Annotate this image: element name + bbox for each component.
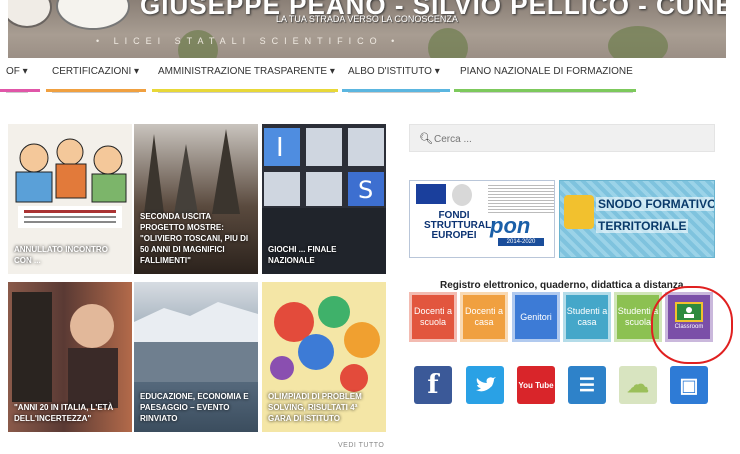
- news-title: OLIMPIADI DI PROBLEM SOLVING, RISULTATI …: [268, 392, 362, 423]
- nav-accent-line: [152, 89, 338, 92]
- youtube-icon[interactable]: You Tube: [517, 366, 555, 404]
- eu-flag-icon: [416, 184, 446, 204]
- school-logo[interactable]: [8, 0, 52, 28]
- news-tile[interactable]: EDUCAZIONE, ECONOMIA E PAESAGGIO – EVENT…: [134, 282, 258, 432]
- search-input[interactable]: [432, 130, 706, 148]
- italian-emblem-icon: [452, 184, 472, 206]
- svg-text:I: I: [276, 133, 284, 163]
- tree-decoration: [428, 28, 468, 58]
- nav-accent-line: [342, 89, 450, 92]
- pon-years: 2014-2020: [498, 238, 544, 246]
- pon-banner[interactable]: FONDI STRUTTURALI EUROPEI pon 2014-2020: [409, 180, 555, 258]
- twitter-icon[interactable]: [466, 366, 504, 404]
- chevron-down-icon: ▾: [22, 66, 28, 77]
- nav-item-label: OF: [6, 66, 20, 77]
- landscape-image: [134, 302, 258, 382]
- news-tile[interactable]: SECONDA USCITA PROGETTO MOSTRE: "OLIVIER…: [134, 124, 258, 274]
- registro-title: Registro elettronico, quaderno, didattic…: [440, 280, 684, 291]
- ministry-text-block: [488, 183, 554, 213]
- site-header: GIUSEPPE PEANO - SILVIO PELLICO - CUNEO …: [8, 0, 726, 58]
- nav-accent-line: [0, 89, 40, 92]
- twitter-bird-icon: [476, 377, 496, 392]
- nav-item-label: ALBO D'ISTITUTO: [348, 66, 432, 77]
- news-title: "ANNI 20 IN ITALIA, L'ETÀ DELL'INCERTEZZ…: [14, 403, 114, 423]
- red-highlight-circle: [651, 286, 733, 364]
- pon-logo: pon: [490, 213, 531, 238]
- snodo-line1: SNODO FORMATIVO: [596, 197, 714, 211]
- docenti-a-scuola-button[interactable]: Docenti a scuola: [409, 292, 457, 342]
- site-tagline: LA TUA STRADA VERSO LA CONOSCENZA: [276, 14, 458, 24]
- news-tile[interactable]: "ANNI 20 IN ITALIA, L'ETÀ DELL'INCERTEZZ…: [8, 282, 132, 432]
- nav-accent-line: [454, 89, 636, 92]
- nav-item-label: CERTIFICAZIONI: [52, 66, 132, 77]
- chevron-down-icon: ▾: [329, 66, 335, 77]
- photo-image: [144, 129, 240, 214]
- school-crest[interactable]: [56, 0, 130, 30]
- svg-text:S: S: [358, 176, 373, 204]
- search-box: 🔍︎: [409, 124, 715, 152]
- news-tile[interactable]: OLIMPIADI DI PROBLEM SOLVING, RISULTATI …: [262, 282, 386, 432]
- snodo-badge-icon: [564, 195, 594, 229]
- main-nav: OF ▾ CERTIFICAZIONI ▾ AMMINISTRAZIONE TR…: [0, 58, 740, 93]
- news-title: ANNULLATO INCONTRO CON ...: [14, 245, 108, 265]
- news-title: SECONDA USCITA PROGETTO MOSTRE: "OLIVIER…: [140, 212, 249, 265]
- docenti-a-casa-button[interactable]: Docenti a casa: [460, 292, 508, 342]
- document-icon[interactable]: ☰: [568, 366, 606, 404]
- genitori-button[interactable]: Genitori: [512, 292, 560, 342]
- presentation-icon[interactable]: ▣: [670, 366, 708, 404]
- building-inscription: • LICEI STATALI SCIENTIFICO •: [96, 36, 401, 46]
- pon-fondi-text: FONDI STRUTTURALI EUROPEI: [424, 210, 494, 241]
- chevron-down-icon: ▾: [434, 66, 440, 77]
- search-icon: 🔍︎: [419, 133, 433, 145]
- nav-accent-line: [46, 89, 146, 92]
- cloud-icon[interactable]: ☁: [619, 366, 657, 404]
- news-title: GIOCHI ... FINALE NAZIONALE: [268, 245, 337, 265]
- snodo-line2: TERRITORIALE: [596, 219, 689, 233]
- news-title: EDUCAZIONE, ECONOMIA E PAESAGGIO – EVENT…: [140, 392, 249, 423]
- news-tile[interactable]: ANNULLATO INCONTRO CON ...: [8, 124, 132, 274]
- vedi-tutto-link[interactable]: VEDI TUTTO: [338, 442, 384, 449]
- snodo-formativo-banner[interactable]: SNODO FORMATIVO TERRITORIALE: [559, 180, 715, 258]
- studenti-a-casa-button[interactable]: Studenti a casa: [563, 292, 611, 342]
- facebook-icon[interactable]: f: [414, 366, 452, 404]
- nav-item-label: AMMINISTRAZIONE TRASPARENTE: [158, 66, 328, 77]
- nav-item-label: PIANO NAZIONALE DI FORMAZIONE: [460, 66, 633, 77]
- tree-decoration: [608, 26, 668, 58]
- news-tile[interactable]: I S GIOCHI ... FINALE NAZIONALE: [262, 124, 386, 274]
- chevron-down-icon: ▾: [134, 66, 140, 77]
